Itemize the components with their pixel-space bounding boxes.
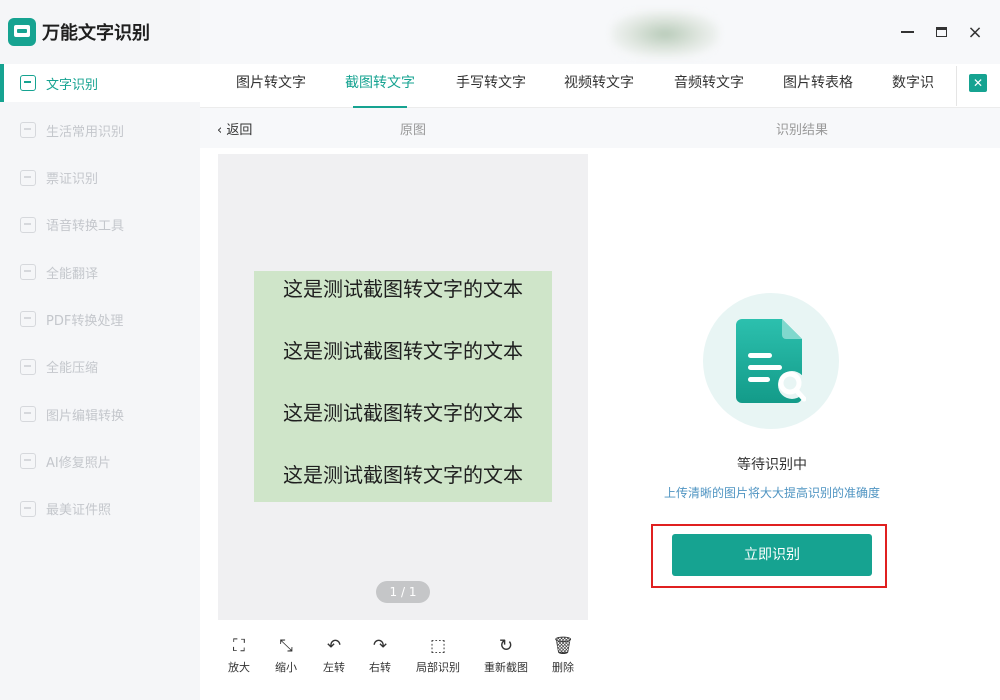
id-photo-icon [20,500,36,517]
close-icon[interactable]: × [965,22,985,43]
original-panel: 这是测试截图转文字的文本 这是测试截图转文字的文本 这是测试截图转文字的文本 这… [200,148,600,700]
voice-icon [20,216,36,233]
sidebar-item-label: 图片编辑转换 [46,408,125,424]
zoom-out-label: 缩小 [275,661,297,674]
rotate-right-button[interactable]: ↷ 右转 [369,636,391,675]
partial-recognize-button[interactable]: ⬚ 局部识别 [416,636,460,675]
ai-photo-icon [20,453,36,470]
rotate-right-icon: ↷ [372,636,388,656]
upload-hint: 上传清晰的图片将大大提高识别的准确度 [663,486,880,500]
app-title: 万能文字识别 [42,23,150,44]
sidebar-item-life-recognition[interactable]: 生活常用识别 [0,111,200,149]
life-scan-icon [20,122,36,139]
delete-button[interactable]: 🗑 删除 [552,636,574,675]
partial-recognize-label: 局部识别 [416,661,460,674]
result-panel: 等待识别中 上传清晰的图片将大大提高识别的准确度 立即识别 [600,148,1000,700]
recapture-button[interactable]: ↻ 重新截图 [484,636,528,675]
screenshot-preview: 这是测试截图转文字的文本 这是测试截图转文字的文本 这是测试截图转文字的文本 这… [254,271,552,502]
sidebar-item-label: 语音转换工具 [46,219,125,235]
back-label: 返回 [226,123,253,138]
translate-icon [20,264,36,281]
rotate-left-label: 左转 [323,661,345,674]
preview-text-line: 这是测试截图转文字的文本 [283,463,523,487]
tabs-more-icon[interactable]: ✕ [969,74,987,92]
crop-icon: ⬚ [429,636,447,656]
compress-icon [20,358,36,375]
image-canvas[interactable]: 这是测试截图转文字的文本 这是测试截图转文字的文本 这是测试截图转文字的文本 这… [218,154,588,620]
delete-label: 删除 [552,661,574,674]
preview-text-line: 这是测试截图转文字的文本 [283,401,523,425]
sidebar-item-label: AI修复照片 [46,455,111,471]
function-tabs: 图片转文字 截图转文字 手写转文字 视频转文字 音频转文字 图片转表格 数字识 … [200,64,1000,108]
brand: 万能文字识别 [8,16,150,48]
sidebar-item-text-recognition[interactable]: 文字识别 [0,64,200,102]
sidebar-item-compress[interactable]: 全能压缩 [0,348,200,386]
recapture-label: 重新截图 [484,661,528,674]
sidebar-item-pdf[interactable]: PDF转换处理 [0,300,200,338]
preview-text-line: 这是测试截图转文字的文本 [283,339,523,363]
sidebar-item-voice-tools[interactable]: 语音转换工具 [0,206,200,244]
sidebar-item-label: PDF转换处理 [46,313,124,329]
sidebar-item-image-edit[interactable]: 图片编辑转换 [0,395,200,433]
ticket-scan-icon [20,169,36,186]
zoom-in-label: 放大 [228,661,250,674]
sidebar-item-label: 文字识别 [46,77,99,93]
tab-digit-recognition[interactable]: 数字识 [892,64,940,108]
text-scan-icon [20,75,36,91]
sidebar-item-label: 生活常用识别 [46,124,125,140]
minimize-icon[interactable] [897,22,917,42]
tab-image-to-text[interactable]: 图片转文字 [236,64,306,108]
waiting-status: 等待识别中 [737,457,807,473]
avatar[interactable] [610,10,720,58]
maximize-icon[interactable] [931,22,951,42]
sidebar-item-ticket-recognition[interactable]: 票证识别 [0,159,200,197]
rotate-right-label: 右转 [369,661,391,674]
sidebar-item-label: 票证识别 [46,172,99,188]
back-button[interactable]: ‹ 返回 [217,119,252,138]
preview-text-line: 这是测试截图转文字的文本 [283,277,523,301]
original-column-title: 原图 [400,123,427,138]
sub-header: ‹ 返回 原图 识别结果 [200,108,1000,148]
page-indicator: 1 / 1 [376,581,430,603]
image-toolbar: ⛶ 放大 ⤡ 缩小 ↶ 左转 ↷ 右转 ⬚ 局部识别 ↻ 重新截图 🗑 删除 [200,636,600,686]
tab-audio-to-text[interactable]: 音频转文字 [674,64,744,108]
sidebar-item-label: 全能压缩 [46,361,99,377]
document-search-icon [736,319,806,403]
tab-divider [956,66,957,106]
refresh-icon: ↻ [498,636,514,656]
result-column-title: 识别结果 [776,123,829,138]
recognize-now-button[interactable]: 立即识别 [672,534,872,576]
zoom-out-button[interactable]: ⤡ 缩小 [275,636,297,675]
sidebar-item-label: 最美证件照 [46,503,112,519]
tab-handwriting-to-text[interactable]: 手写转文字 [456,64,526,108]
title-bar: × [200,0,1000,64]
rotate-left-button[interactable]: ↶ 左转 [323,636,345,675]
sidebar: 万能文字识别 文字识别 生活常用识别 票证识别 语音转换工具 全能翻译 PDF转… [0,0,200,700]
sidebar-item-translate[interactable]: 全能翻译 [0,253,200,291]
sidebar-item-ai-photo[interactable]: AI修复照片 [0,442,200,480]
sidebar-item-id-photo[interactable]: 最美证件照 [0,490,200,528]
zoom-in-button[interactable]: ⛶ 放大 [228,636,250,675]
rotate-left-icon: ↶ [326,636,342,656]
tab-image-to-table[interactable]: 图片转表格 [783,64,853,108]
zoom-in-icon: ⛶ [233,636,245,656]
sidebar-nav: 文字识别 生活常用识别 票证识别 语音转换工具 全能翻译 PDF转换处理 全能压… [0,64,200,537]
tab-screenshot-to-text[interactable]: 截图转文字 [345,64,415,108]
zoom-out-icon: ⤡ [279,636,293,656]
pdf-icon [20,311,36,328]
image-edit-icon [20,406,36,423]
scanner-icon [8,18,36,46]
sidebar-item-label: 全能翻译 [46,266,99,282]
trash-icon: 🗑 [552,636,574,656]
waiting-illustration [703,293,839,429]
chevron-left-icon: ‹ [217,123,227,138]
tab-video-to-text[interactable]: 视频转文字 [564,64,634,108]
